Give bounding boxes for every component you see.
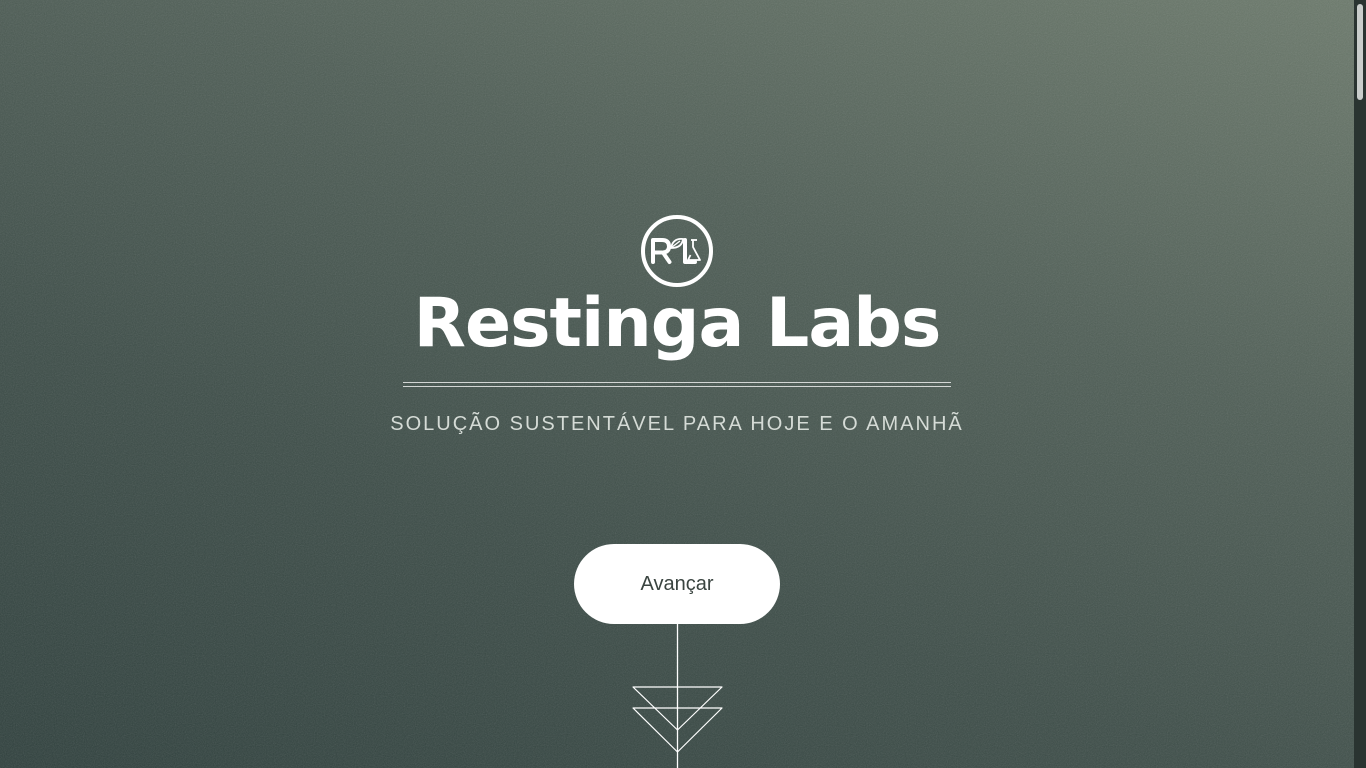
vertical-scrollbar[interactable] (1354, 0, 1366, 768)
hero-section: Restinga Labs SOLUÇÃO SUSTENTÁVEL PARA H… (0, 0, 1354, 768)
title-divider-top (403, 382, 951, 383)
title-divider-bottom (403, 386, 951, 387)
brand-name: Restinga Labs (413, 284, 942, 363)
double-triangle-arrow-down-icon (632, 624, 723, 768)
tagline: SOLUÇÃO SUSTENTÁVEL PARA HOJE E O AMANHÃ (390, 413, 964, 435)
advance-button[interactable]: Avançar (574, 544, 780, 624)
scrollbar-thumb[interactable] (1357, 4, 1363, 100)
